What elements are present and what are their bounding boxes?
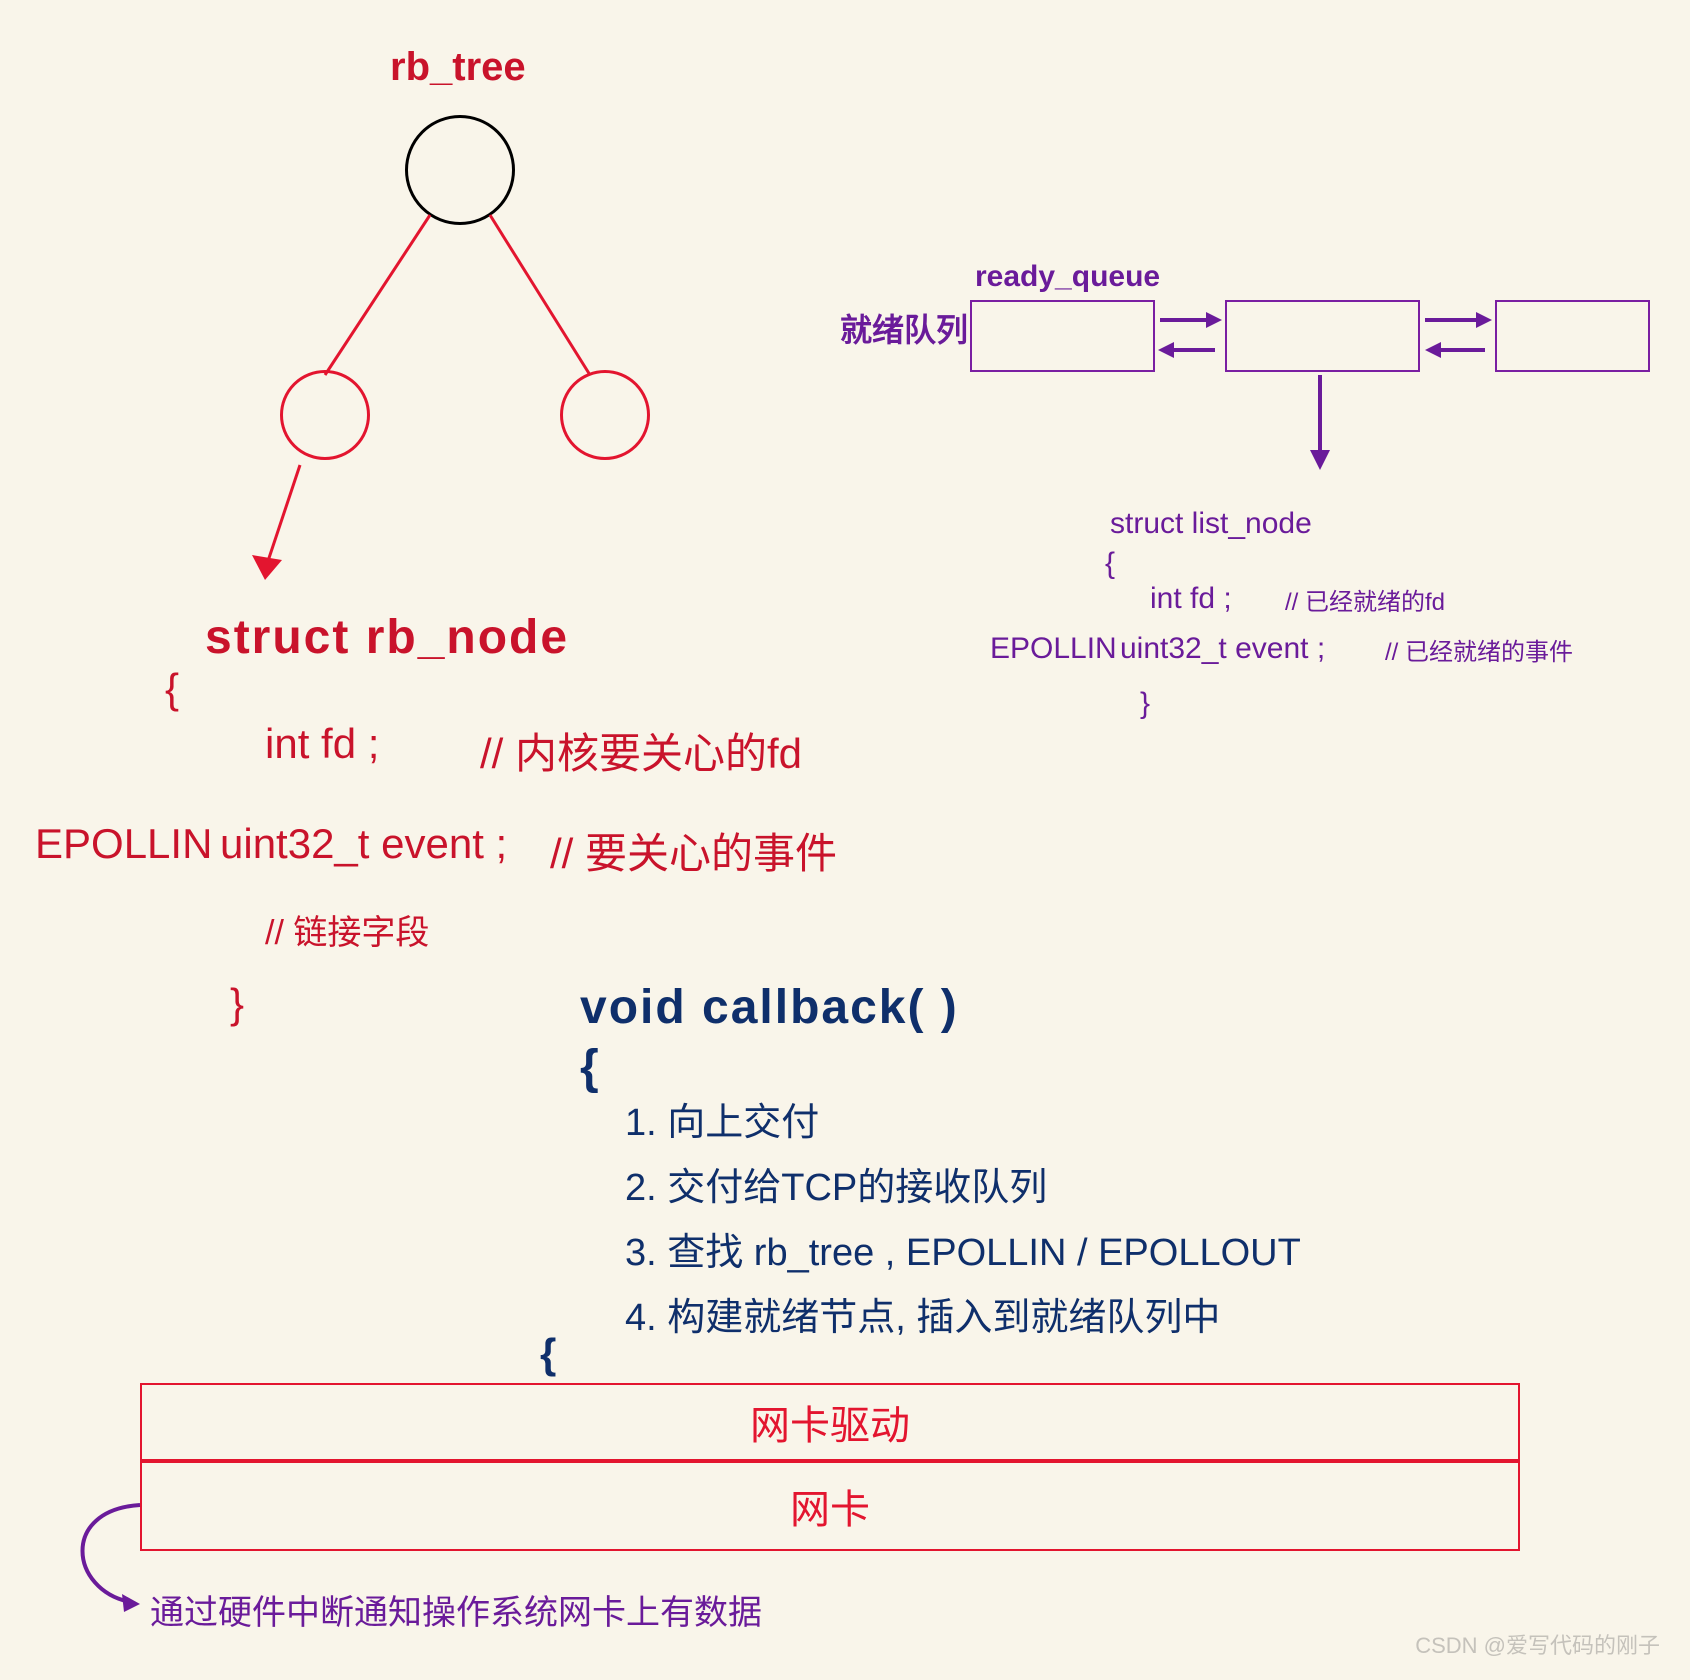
callback-open-brace: {	[580, 1040, 601, 1095]
nic-driver-box: 网卡驱动	[140, 1383, 1520, 1461]
rb-node-event: uint32_t event ;	[220, 820, 507, 868]
list-node-open-brace: {	[1105, 540, 1115, 588]
callback-step-1: 1. 向上交付	[625, 1090, 819, 1157]
watermark: CSDN @爱写代码的刚子	[1415, 1628, 1660, 1660]
tree-root-node	[405, 115, 515, 225]
list-node-event: uint32_t event ;	[1120, 625, 1325, 673]
callback-step-4: 4. 构建就绪节点, 插入到就绪队列中	[625, 1285, 1220, 1352]
rb-node-epollin: EPOLLIN	[35, 820, 212, 868]
ready-queue-label-cn: 就绪队列	[840, 305, 968, 351]
rb-node-fd: int fd ;	[265, 720, 379, 768]
ready-queue-box-2	[1225, 300, 1420, 372]
tree-left-child	[280, 370, 370, 460]
rb-node-link-comment: // 链接字段	[265, 905, 429, 954]
ready-queue-box-1	[970, 300, 1155, 372]
nic-box: 网卡	[140, 1461, 1520, 1551]
list-node-fd: int fd ;	[1150, 575, 1232, 623]
rb-node-event-comment: // 要关心的事件	[550, 820, 837, 881]
nic-label: 网卡	[790, 1477, 870, 1535]
callback-close-brace: {	[540, 1330, 558, 1378]
rb-node-close-brace: }	[230, 980, 244, 1028]
tree-edges	[0, 0, 1690, 600]
callback-step-3: 3. 查找 rb_tree , EPOLLIN / EPOLLOUT	[625, 1220, 1301, 1287]
tree-to-struct-arrow	[0, 0, 600, 700]
list-node-title: struct list_node	[1110, 500, 1312, 548]
interrupt-text: 通过硬件中断通知操作系统网卡上有数据	[150, 1585, 762, 1634]
ready-queue-label-en: ready_queue	[975, 260, 1160, 294]
nic-driver-label: 网卡驱动	[750, 1393, 910, 1451]
list-node-fd-comment: // 已经就绪的fd	[1285, 582, 1445, 617]
list-node-event-comment: // 已经就绪的事件	[1385, 632, 1573, 667]
tree-right-child	[560, 370, 650, 460]
list-node-close-brace: }	[1140, 680, 1150, 728]
queue-arrows	[0, 0, 1690, 600]
ready-queue-box-3	[1495, 300, 1650, 372]
rb-node-fd-comment: // 内核要关心的fd	[480, 720, 802, 781]
callback-step-2: 2. 交付给TCP的接收队列	[625, 1155, 1047, 1222]
rb-node-struct-title: struct rb_node	[205, 610, 569, 665]
rb-node-open-brace: {	[165, 665, 179, 713]
list-node-epollin: EPOLLIN	[990, 625, 1117, 673]
rb-tree-title: rb_tree	[390, 45, 526, 90]
callback-title: void callback( )	[580, 980, 959, 1035]
